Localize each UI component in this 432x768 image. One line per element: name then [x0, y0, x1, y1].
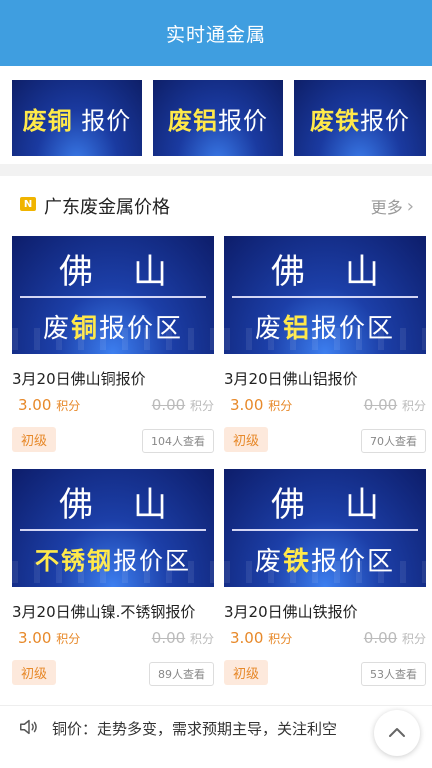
banner-iron-price[interactable]: 废铁 报价 [294, 80, 426, 156]
card-thumbnail: 佛山 废铝报价区 [224, 236, 426, 354]
price-card[interactable]: 佛山 废铁报价区 3月20日佛山铁报价 3.00 积分 0.00 积分 初级 5… [224, 469, 426, 689]
speaker-icon [20, 719, 37, 735]
card-title: 3月20日佛山铜报价 [12, 370, 146, 388]
thumbnail-city: 佛山 [271, 485, 419, 525]
level-badge: 初级 [224, 427, 269, 452]
card-thumbnail: 佛山 不锈钢报价区 [12, 469, 214, 587]
section-header: N 广东废金属价格 更多 › [0, 176, 432, 232]
card-title: 3月20日佛山铝报价 [224, 370, 358, 388]
card-title: 3月20日佛山镍.不锈钢报价 [12, 603, 196, 621]
thumbnail-decoration [224, 328, 426, 350]
price-card[interactable]: 佛山 废铝报价区 3月20日佛山铝报价 3.00 积分 0.00 积分 初级 7… [224, 236, 426, 456]
divider [232, 529, 418, 531]
view-count: 70人查看 [361, 429, 426, 453]
view-count: 89人查看 [149, 662, 214, 686]
thumbnail-decoration [12, 561, 214, 583]
banner-row: 废铜 报价 废铝 报价 废铁 报价 [0, 66, 432, 164]
card-thumbnail: 佛山 废铁报价区 [224, 469, 426, 587]
view-count: 53人查看 [361, 662, 426, 686]
banner-copy-price[interactable]: 废铜 报价 [12, 80, 142, 156]
thumbnail-decoration [224, 561, 426, 583]
thumbnail-decoration [12, 328, 214, 350]
banner-highlight: 废铜 [22, 106, 73, 135]
banner-highlight: 废铁 [310, 106, 360, 135]
banner-label: 报价 [72, 106, 132, 135]
chevron-right-icon: › [406, 195, 414, 217]
section-title: 广东废金属价格 [44, 197, 170, 218]
back-to-top-button[interactable] [374, 710, 420, 756]
banner-aluminum-price[interactable]: 废铝 报价 [153, 80, 283, 156]
card-title: 3月20日佛山铁报价 [224, 603, 358, 621]
card-original-price: 0.00 积分 [151, 396, 214, 414]
banner-highlight: 废铝 [168, 106, 218, 135]
level-badge: 初级 [224, 660, 269, 685]
thumbnail-city: 佛山 [59, 485, 207, 525]
chevron-up-icon [389, 728, 405, 737]
card-price: 3.00 积分 [18, 629, 81, 647]
card-price: 3.00 积分 [230, 396, 293, 414]
guangdong-scrap-prices-section: N 广东废金属价格 更多 › 佛山 废铜报价区 3月20日佛山铜报价 3.00 … [0, 176, 432, 768]
card-original-price: 0.00 积分 [363, 396, 426, 414]
card-thumbnail: 佛山 废铜报价区 [12, 236, 214, 354]
level-badge: 初级 [12, 427, 57, 452]
more-label: 更多 [370, 198, 403, 217]
card-original-price: 0.00 积分 [151, 629, 214, 647]
news-icon: N [20, 197, 36, 211]
news-ticker[interactable]: 铜价：走势多变，需求预期主导，关注利空 [0, 705, 432, 750]
view-count: 104人查看 [142, 429, 214, 453]
thumbnail-city: 佛山 [59, 252, 207, 292]
divider [20, 296, 206, 298]
divider [20, 529, 206, 531]
page-title: 实时通金属 [165, 23, 266, 46]
thumbnail-city: 佛山 [271, 252, 419, 292]
card-price: 3.00 积分 [230, 629, 293, 647]
more-link[interactable]: 更多 › [371, 194, 414, 218]
card-original-price: 0.00 积分 [363, 629, 426, 647]
banner-label: 报价 [218, 106, 268, 135]
banner-label: 报价 [360, 106, 410, 135]
app-header: 实时通金属 [0, 0, 432, 66]
ticker-text: 铜价：走势多变，需求预期主导，关注利空 [52, 720, 338, 738]
card-price: 3.00 积分 [18, 396, 81, 414]
price-card[interactable]: 佛山 不锈钢报价区 3月20日佛山镍.不锈钢报价 3.00 积分 0.00 积分… [12, 469, 214, 689]
price-card[interactable]: 佛山 废铜报价区 3月20日佛山铜报价 3.00 积分 0.00 积分 初级 1… [12, 236, 214, 456]
divider [232, 296, 418, 298]
level-badge: 初级 [12, 660, 57, 685]
